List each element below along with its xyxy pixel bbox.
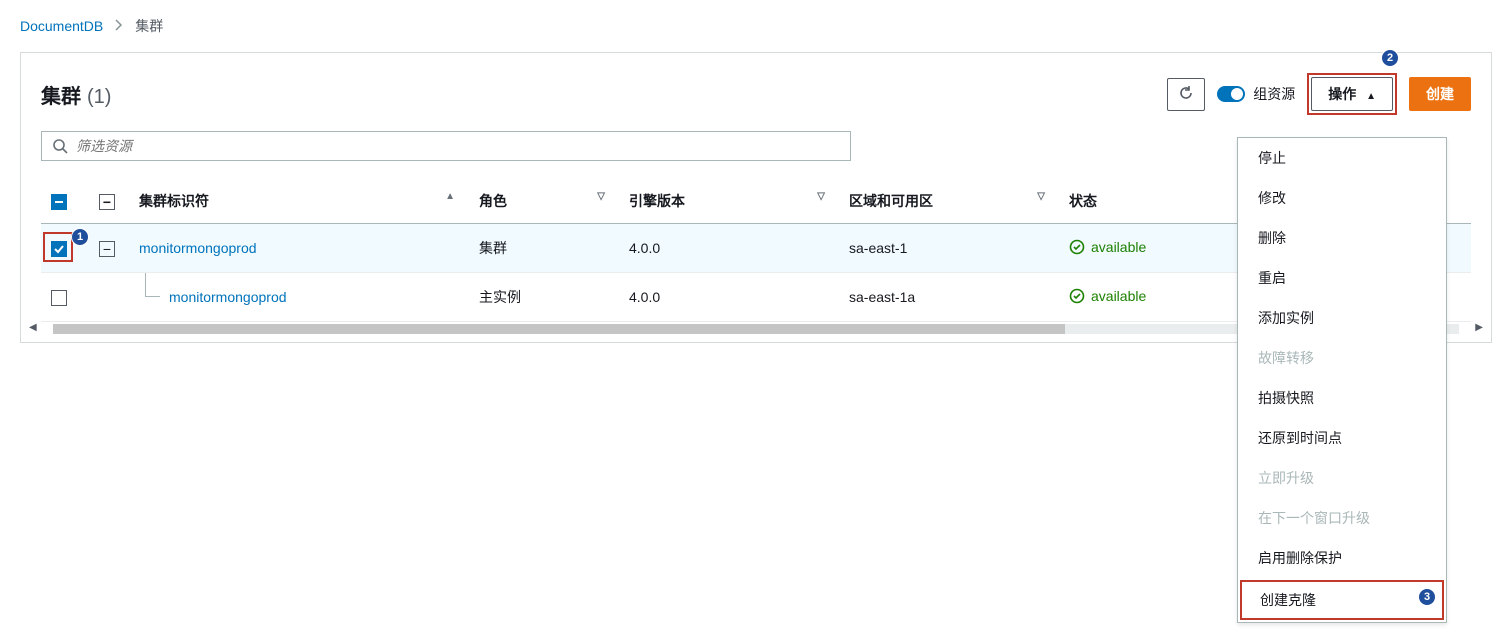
cell-region: sa-east-1a (839, 273, 1059, 322)
header-actions: 组资源 操作 ▲ 2 创建 (1167, 73, 1471, 115)
col-header-engine[interactable]: 引擎版本 ▽ (619, 179, 839, 224)
group-resources-label: 组资源 (1253, 84, 1295, 104)
sort-asc-icon: ▲ (445, 191, 455, 202)
col-header-region[interactable]: 区域和可用区 ▽ (839, 179, 1059, 224)
search-icon (52, 138, 68, 154)
status-badge: available (1069, 288, 1146, 304)
select-all-checkbox[interactable] (51, 194, 67, 210)
sort-icon: ▽ (1037, 191, 1045, 202)
menu-item-modify[interactable]: 修改 (1238, 178, 1446, 218)
create-button[interactable]: 创建 (1409, 77, 1471, 111)
col-header-role[interactable]: 角色 ▽ (469, 179, 619, 224)
actions-button[interactable]: 操作 ▲ (1311, 77, 1393, 111)
annotation-badge-3: 3 (1418, 588, 1436, 606)
menu-item-create-clone[interactable]: 创建克隆 (1240, 580, 1444, 620)
check-circle-icon (1069, 288, 1085, 304)
cell-role: 集群 (469, 224, 619, 273)
cluster-id-link[interactable]: monitormongoprod (169, 289, 287, 305)
status-text: available (1091, 288, 1146, 304)
row-expand-toggle[interactable]: − (99, 241, 115, 257)
title-count: (1) (87, 86, 111, 109)
actions-dropdown: 停止 修改 删除 重启 添加实例 故障转移 拍摄快照 还原到时间点 立即升级 在… (1237, 137, 1447, 623)
menu-item-stop[interactable]: 停止 (1238, 138, 1446, 178)
breadcrumb-current: 集群 (135, 16, 163, 36)
breadcrumb-root-link[interactable]: DocumentDB (20, 18, 103, 34)
col-label: 区域和可用区 (849, 193, 933, 209)
cluster-id-link[interactable]: monitormongoprod (139, 240, 257, 256)
menu-item-restore-pit[interactable]: 还原到时间点 (1238, 418, 1446, 458)
actions-button-highlight: 操作 ▲ 2 (1307, 73, 1397, 115)
col-label: 状态 (1069, 193, 1097, 209)
col-label: 引擎版本 (629, 193, 685, 209)
annotation-badge-1: 1 (71, 228, 89, 246)
page-title: 集群 (1) (41, 80, 111, 109)
cell-engine: 4.0.0 (619, 224, 839, 273)
menu-item-add-instance[interactable]: 添加实例 (1238, 298, 1446, 338)
caret-up-icon: ▲ (1366, 91, 1376, 102)
menu-item-failover: 故障转移 (1238, 338, 1446, 378)
row-checkbox[interactable] (51, 241, 67, 257)
menu-item-reboot[interactable]: 重启 (1238, 258, 1446, 298)
search-input[interactable] (76, 138, 840, 154)
status-text: available (1091, 239, 1146, 255)
sort-icon: ▽ (817, 191, 825, 202)
col-header-select (41, 179, 89, 224)
refresh-icon (1178, 85, 1194, 101)
menu-item-enable-delete-protection[interactable]: 启用删除保护 (1238, 538, 1446, 578)
chevron-right-icon (115, 18, 123, 34)
refresh-button[interactable] (1167, 78, 1205, 111)
group-resources-toggle[interactable] (1217, 86, 1245, 102)
scroll-right-icon[interactable]: ▶ (1475, 322, 1483, 333)
clusters-panel: 集群 (1) 组资源 操作 ▲ 2 创建 (20, 52, 1492, 343)
scroll-left-icon[interactable]: ◀ (29, 322, 37, 333)
menu-item-upgrade-now: 立即升级 (1238, 458, 1446, 498)
menu-item-snapshot[interactable]: 拍摄快照 (1238, 378, 1446, 418)
check-circle-icon (1069, 239, 1085, 255)
menu-item-delete[interactable]: 删除 (1238, 218, 1446, 258)
status-badge: available (1069, 239, 1146, 255)
col-header-cluster-id[interactable]: 集群标识符 ▲ (129, 179, 469, 224)
menu-item-upgrade-next: 在下一个窗口升级 (1238, 498, 1446, 538)
col-header-status[interactable]: 状态 ▽ (1059, 179, 1259, 224)
actions-button-label: 操作 (1328, 86, 1356, 102)
search-box[interactable] (41, 131, 851, 161)
row-checkbox[interactable] (51, 290, 67, 306)
col-label: 集群标识符 (139, 193, 209, 209)
cell-role: 主实例 (469, 273, 619, 322)
title-text: 集群 (41, 80, 81, 109)
cell-region: sa-east-1 (839, 224, 1059, 273)
cell-engine: 4.0.0 (619, 273, 839, 322)
breadcrumb: DocumentDB 集群 (20, 16, 1492, 36)
annotation-badge-2: 2 (1381, 49, 1399, 67)
col-label: 角色 (479, 193, 507, 209)
scrollbar-thumb[interactable] (53, 324, 1065, 334)
panel-header: 集群 (1) 组资源 操作 ▲ 2 创建 (41, 73, 1471, 115)
group-resources-toggle-wrap: 组资源 (1217, 84, 1295, 104)
col-header-expand: − (89, 179, 129, 224)
collapse-all-toggle[interactable]: − (99, 194, 115, 210)
sort-icon: ▽ (597, 191, 605, 202)
